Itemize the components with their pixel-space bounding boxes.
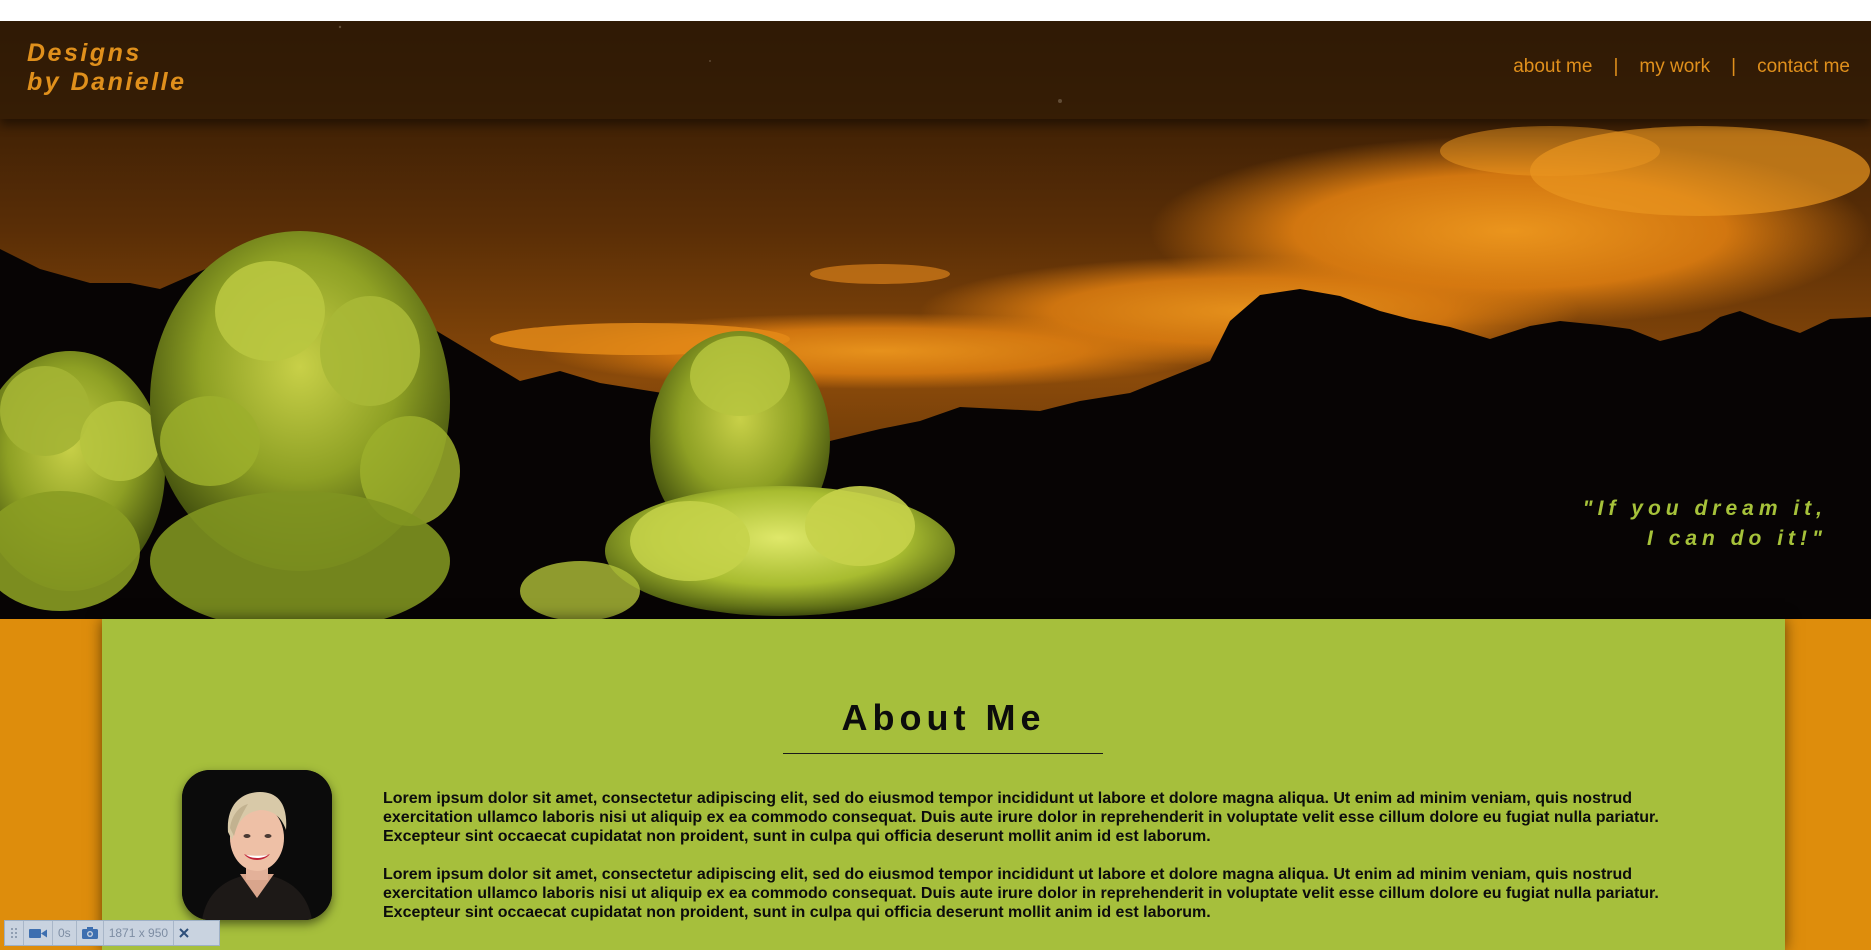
about-section-background: About Me Lorem ipsum dolor sit amet, con… bbox=[0, 619, 1871, 950]
logo-line-2: by Danielle bbox=[27, 68, 187, 96]
drag-handle-icon[interactable] bbox=[5, 921, 24, 945]
title-divider bbox=[783, 753, 1103, 754]
video-camera-icon[interactable] bbox=[24, 921, 53, 945]
hero-banner: Designs by Danielle about me | my work |… bbox=[0, 21, 1871, 619]
top-strip bbox=[0, 0, 1871, 21]
nav-my-work[interactable]: my work bbox=[1639, 56, 1710, 78]
devtools-toolbar: 0s 1871 x 950 bbox=[4, 920, 220, 946]
about-text: Lorem ipsum dolor sit amet, consectetur … bbox=[383, 789, 1713, 941]
recording-timer: 0s bbox=[53, 921, 77, 945]
page: Designs by Danielle about me | my work |… bbox=[0, 0, 1871, 950]
profile-photo bbox=[182, 770, 332, 920]
nav-about-me[interactable]: about me bbox=[1513, 56, 1592, 78]
site-logo[interactable]: Designs by Danielle bbox=[27, 39, 187, 97]
hero-tagline: "If you dream it, I can do it!" bbox=[1583, 494, 1827, 554]
site-header: Designs by Danielle about me | my work |… bbox=[0, 21, 1871, 119]
about-paragraph-1: Lorem ipsum dolor sit amet, consectetur … bbox=[383, 790, 1659, 845]
tagline-line-1: "If you dream it, bbox=[1582, 497, 1827, 520]
nav-separator: | bbox=[1613, 56, 1619, 77]
about-title: About Me bbox=[841, 697, 1046, 738]
tagline-line-2: I can do it!" bbox=[1647, 527, 1827, 550]
about-paragraph-2: Lorem ipsum dolor sit amet, consectetur … bbox=[383, 866, 1659, 921]
about-content-panel: About Me Lorem ipsum dolor sit amet, con… bbox=[102, 619, 1785, 950]
viewport-dimensions: 1871 x 950 bbox=[104, 921, 175, 945]
nav-separator: | bbox=[1731, 56, 1737, 77]
camera-icon[interactable] bbox=[77, 921, 104, 945]
nav-contact-me[interactable]: contact me bbox=[1757, 56, 1850, 78]
main-nav: about me | my work | contact me bbox=[1513, 56, 1850, 78]
logo-line-1: Designs bbox=[27, 39, 142, 67]
portrait-image bbox=[182, 770, 332, 920]
close-icon[interactable] bbox=[174, 921, 194, 945]
